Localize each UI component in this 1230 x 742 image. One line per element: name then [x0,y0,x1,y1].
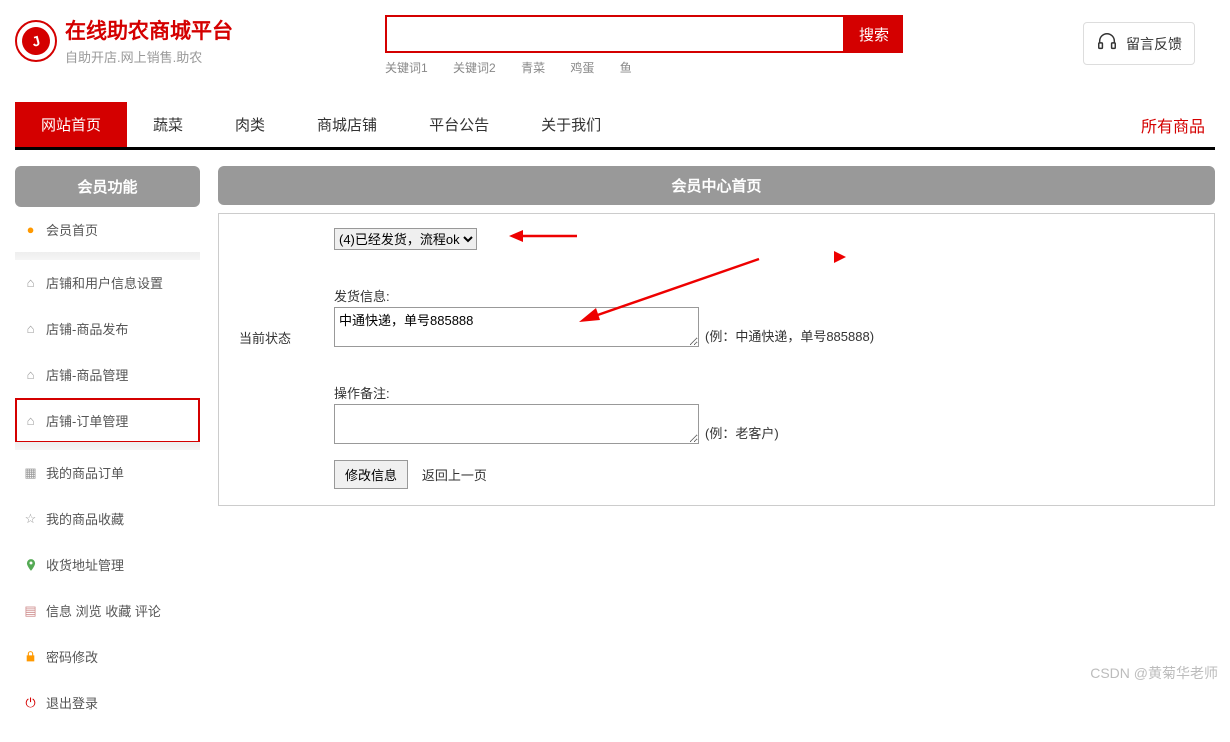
feedback-label: 留言反馈 [1126,34,1182,54]
keyword-link[interactable]: 青菜 [521,61,545,75]
logo-area: J 在线助农商城平台 自助开店.网上销售.助农 [15,15,385,66]
house-icon: ⌂ [23,321,38,336]
keyword-link[interactable]: 鱼 [620,61,632,75]
feedback-button[interactable]: 留言反馈 [1083,22,1195,65]
ship-textarea[interactable] [334,307,699,347]
search-input[interactable] [385,15,845,53]
sidebar-item-label: 会员首页 [46,220,98,239]
sidebar-item-label: 店铺-商品管理 [46,365,128,384]
nav-item-meat[interactable]: 肉类 [209,102,291,147]
sidebar-item-label: 密码修改 [46,647,98,666]
sidebar-item-label: 店铺-商品发布 [46,319,128,338]
pin-icon [23,557,38,572]
sidebar-item-label: 店铺和用户信息设置 [46,273,163,292]
nav-item-shops[interactable]: 商城店铺 [291,102,403,147]
sidebar-item-label: 信息 浏览 收藏 评论 [46,601,161,620]
grid-icon: ▦ [23,465,38,480]
sidebar-item-label: 我的商品订单 [46,463,124,482]
submit-button[interactable]: 修改信息 [334,460,408,489]
star-icon: ☆ [23,511,38,526]
nav-item-about[interactable]: 关于我们 [515,102,627,147]
watermark: CSDN @黄菊华老师 [1090,663,1218,683]
panel-title: 会员中心首页 [218,166,1215,205]
main-panel: 会员中心首页 当前状态 (4)已经发货，流程ok [218,166,1215,726]
sidebar: 会员功能 ● 会员首页 ⌂ 店铺和用户信息设置 ⌂ 店铺-商品发布 ⌂ 店铺-商… [15,166,200,726]
house-icon: ⌂ [23,413,38,428]
note-textarea[interactable] [334,404,699,444]
sidebar-item-label: 退出登录 [46,693,98,712]
sidebar-item-publish[interactable]: ⌂ 店铺-商品发布 [15,306,200,352]
sidebar-item-shop-user[interactable]: ⌂ 店铺和用户信息设置 [15,260,200,306]
header: J 在线助农商城平台 自助开店.网上销售.助农 搜索 关键词1 关键词2 青菜 … [15,0,1215,84]
sidebar-item-my-orders[interactable]: ▦ 我的商品订单 [15,450,200,496]
sidebar-item-label: 我的商品收藏 [46,509,124,528]
sidebar-item-label: 店铺-订单管理 [46,411,128,430]
headset-icon [1096,31,1118,56]
lock-icon [23,649,38,664]
annotation-arrow-icon [834,250,846,266]
power-icon: ⏻ [23,695,38,710]
doc-icon: ▤ [23,603,38,618]
sidebar-item-address[interactable]: 收货地址管理 [15,542,200,588]
annotation-arrow-icon [509,226,579,249]
sidebar-item-password[interactable]: 密码修改 [15,634,200,680]
note-label: 操作备注: [334,383,1214,402]
nav-item-notice[interactable]: 平台公告 [403,102,515,147]
nav-all-goods[interactable]: 所有商品 [1141,113,1215,137]
sidebar-head: 会员功能 [15,166,200,207]
sidebar-item-favorites[interactable]: ☆ 我的商品收藏 [15,496,200,542]
sidebar-item-goods-manage[interactable]: ⌂ 店铺-商品管理 [15,352,200,398]
ship-label: 发货信息: [334,286,1214,305]
brand-subtitle: 自助开店.网上销售.助农 [65,47,233,66]
main-nav: 网站首页 蔬菜 肉类 商城店铺 平台公告 关于我们 所有商品 [15,102,1215,147]
sidebar-item-info[interactable]: ▤ 信息 浏览 收藏 评论 [15,588,200,634]
logo-icon: J [15,20,57,62]
status-select[interactable]: (4)已经发货，流程ok [334,228,477,250]
home-icon: ● [23,222,38,237]
keyword-link[interactable]: 鸡蛋 [570,61,594,75]
brand-title: 在线助农商城平台 [65,15,233,45]
nav-item-home[interactable]: 网站首页 [15,102,127,147]
nav-item-vegetable[interactable]: 蔬菜 [127,102,209,147]
keyword-link[interactable]: 关键词1 [385,61,428,75]
sidebar-item-logout[interactable]: ⏻ 退出登录 [15,680,200,726]
sidebar-item-label: 收货地址管理 [46,555,124,574]
search-button[interactable]: 搜索 [845,15,903,53]
ship-hint: (例：中通快递，单号885888) [705,326,874,347]
house-icon: ⌂ [23,367,38,382]
back-link[interactable]: 返回上一页 [422,468,487,483]
note-hint: (例：老客户) [705,423,779,444]
sidebar-item-member-home[interactable]: ● 会员首页 [15,207,200,253]
sidebar-item-order-manage[interactable]: ⌂ 店铺-订单管理 [15,398,200,443]
status-label: 当前状态 [219,228,334,454]
house-icon: ⌂ [23,275,38,290]
keyword-link[interactable]: 关键词2 [453,61,496,75]
